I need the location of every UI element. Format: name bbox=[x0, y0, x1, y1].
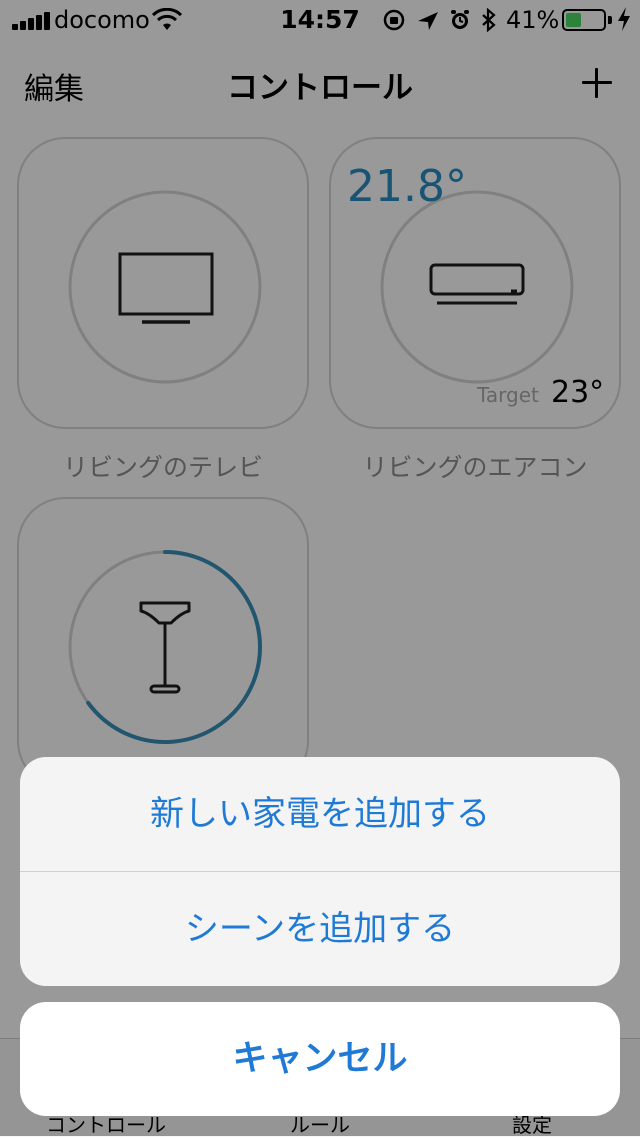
cancel-button[interactable]: キャンセル bbox=[20, 1002, 620, 1116]
add-scene-button[interactable]: シーンを追加する bbox=[20, 872, 620, 986]
add-appliance-button[interactable]: 新しい家電を追加する bbox=[20, 757, 620, 871]
action-sheet: 新しい家電を追加する シーンを追加する bbox=[20, 757, 620, 986]
